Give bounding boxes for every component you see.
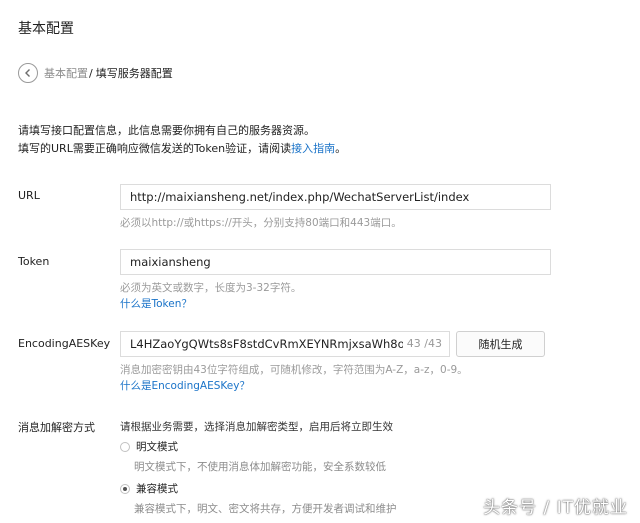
what-is-aes-key-link[interactable]: 什么是EncodingAESKey？	[120, 378, 250, 393]
aes-hint: 消息加密密钥由43位字符组成，可随机修改，字符范围为A-Z，a-z，0-9。	[120, 364, 468, 376]
aes-label: EncodingAESKey	[18, 337, 111, 350]
what-is-token-link[interactable]: 什么是Token？	[120, 296, 192, 311]
token-label: Token	[18, 255, 50, 268]
compatible-mode-radio[interactable]	[120, 483, 130, 494]
intro-line-2: 填写的URL需要正确响应微信发送的Token验证，请阅读接入指南。	[18, 140, 346, 158]
plaintext-mode-option[interactable]: 明文模式	[120, 439, 178, 454]
intro-line-2-suffix: 。	[335, 142, 347, 155]
intro-line-2-prefix: 填写的URL需要正确响应微信发送的Token验证，请阅读	[18, 142, 292, 155]
compatible-mode-desc: 兼容模式下，明文、密文将共存，方便开发者调试和维护	[134, 503, 397, 515]
token-input-value: maixiansheng	[130, 255, 211, 269]
aes-key-counter: 43 /43	[402, 332, 442, 356]
intro-text: 请填写接口配置信息，此信息需要你拥有自己的服务器资源。 填写的URL需要正确响应…	[18, 122, 346, 158]
plaintext-mode-desc: 明文模式下，不使用消息体加解密功能，安全系数较低	[134, 461, 386, 473]
plaintext-mode-label: 明文模式	[136, 441, 178, 453]
url-input[interactable]: http://maixiansheng.net/index.php/Wechat…	[120, 184, 551, 210]
chevron-left-icon	[25, 69, 30, 77]
page-title: 基本配置	[18, 21, 74, 37]
token-input[interactable]: maixiansheng	[120, 249, 551, 275]
encryption-description: 请根据业务需要，选择消息加解密类型，启用后将立即生效	[120, 421, 393, 433]
plaintext-mode-radio[interactable]	[120, 441, 130, 452]
aes-key-value: L4HZaoYgQWts8sF8stdCvRmXEYNRmjxsaWh8owBs…	[130, 337, 433, 351]
token-hint: 必须为英文或数字，长度为3-32字符。	[120, 282, 302, 294]
url-input-value: http://maixiansheng.net/index.php/Wechat…	[130, 190, 470, 204]
intro-line-1: 请填写接口配置信息，此信息需要你拥有自己的服务器资源。	[18, 124, 315, 137]
random-generate-button[interactable]: 随机生成	[456, 331, 545, 357]
access-guide-link[interactable]: 接入指南	[291, 142, 335, 155]
breadcrumb: 基本配置 / 填写服务器配置	[18, 62, 173, 84]
watermark: 头条号 / IT优就业	[483, 498, 628, 518]
compatible-mode-option[interactable]: 兼容模式	[120, 481, 178, 496]
encryption-label: 消息加解密方式	[18, 421, 95, 434]
breadcrumb-current: 填写服务器配置	[95, 67, 173, 80]
breadcrumb-separator: /	[89, 66, 93, 80]
url-label: URL	[18, 189, 40, 202]
url-hint: 必须以http://或https://开头，分别支持80端口和443端口。	[120, 217, 402, 229]
breadcrumb-parent[interactable]: 基本配置	[44, 65, 88, 81]
compatible-mode-label: 兼容模式	[136, 483, 178, 495]
back-button[interactable]	[18, 63, 38, 83]
aes-key-input[interactable]: L4HZaoYgQWts8sF8stdCvRmXEYNRmjxsaWh8owBs…	[120, 331, 450, 357]
